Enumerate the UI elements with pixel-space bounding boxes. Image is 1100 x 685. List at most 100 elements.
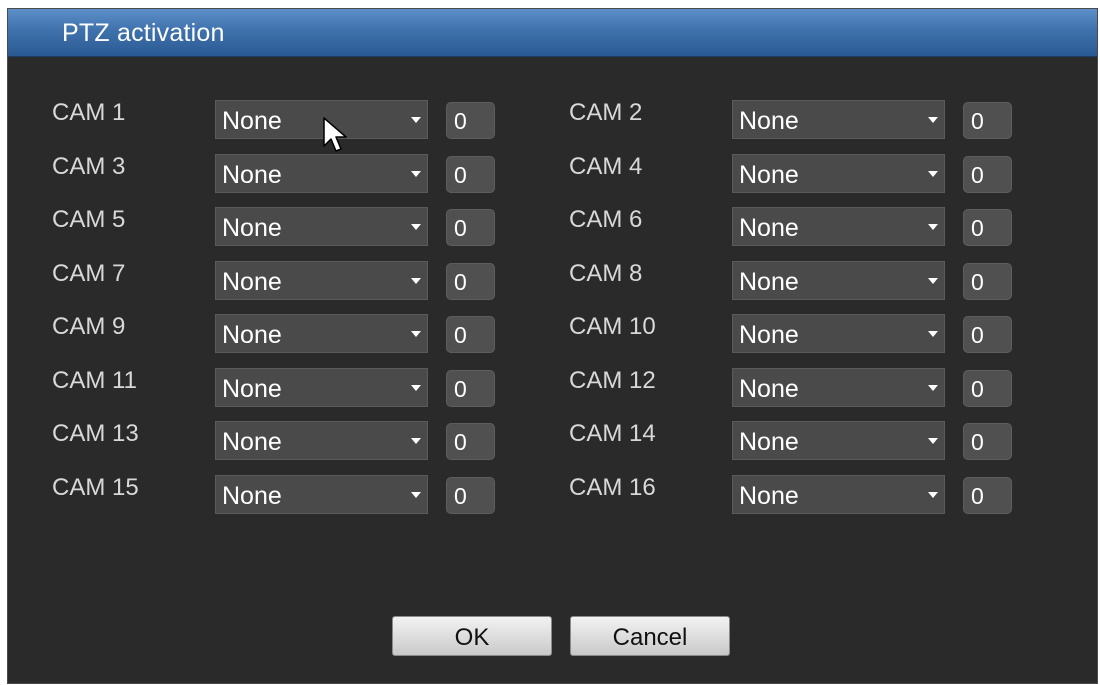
- select-value: None: [222, 107, 282, 135]
- ptz-preset-select[interactable]: None: [215, 154, 428, 193]
- chevron-down-icon: [411, 492, 421, 498]
- ptz-preset-select[interactable]: None: [215, 368, 428, 407]
- cancel-button-label: Cancel: [612, 624, 688, 651]
- camera-label: CAM 7: [52, 260, 126, 287]
- preset-number-value: 0: [971, 483, 984, 509]
- camera-label: CAM 12: [569, 367, 656, 394]
- preset-number-field[interactable]: 0: [963, 102, 1012, 139]
- camera-label: CAM 4: [569, 153, 643, 180]
- camera-label: CAM 13: [52, 420, 139, 447]
- ptz-preset-select[interactable]: None: [732, 154, 945, 193]
- chevron-down-icon: [928, 117, 938, 123]
- preset-number-field[interactable]: 0: [446, 156, 495, 193]
- chevron-down-icon: [928, 492, 938, 498]
- chevron-down-icon: [928, 385, 938, 391]
- select-value: None: [222, 482, 282, 510]
- ptz-preset-select[interactable]: None: [732, 314, 945, 353]
- select-value: None: [739, 482, 799, 510]
- select-value: None: [739, 428, 799, 456]
- ptz-preset-select[interactable]: None: [215, 261, 428, 300]
- preset-number-field[interactable]: 0: [446, 477, 495, 514]
- camera-label: CAM 6: [569, 206, 643, 233]
- camera-label: CAM 14: [569, 420, 656, 447]
- select-value: None: [222, 214, 282, 242]
- chevron-down-icon: [928, 224, 938, 230]
- camera-row: CAM 4 None 0: [569, 153, 1019, 193]
- camera-row: CAM 5 None 0: [52, 206, 502, 246]
- chevron-down-icon: [411, 438, 421, 444]
- preset-number-field[interactable]: 0: [446, 423, 495, 460]
- chevron-down-icon: [411, 278, 421, 284]
- camera-row: CAM 14 None 0: [569, 420, 1019, 460]
- ok-button-label: OK: [454, 624, 490, 651]
- preset-number-field[interactable]: 0: [963, 370, 1012, 407]
- chevron-down-icon: [928, 171, 938, 177]
- preset-number-value: 0: [971, 429, 984, 455]
- cancel-button[interactable]: Cancel: [570, 616, 730, 656]
- preset-number-field[interactable]: 0: [963, 477, 1012, 514]
- ptz-preset-select[interactable]: None: [732, 368, 945, 407]
- select-value: None: [739, 268, 799, 296]
- preset-number-value: 0: [971, 322, 984, 348]
- ptz-preset-select[interactable]: None: [732, 421, 945, 460]
- ptz-preset-select[interactable]: None: [215, 475, 428, 514]
- camera-row: CAM 6 None 0: [569, 206, 1019, 246]
- ptz-activation-dialog: PTZ activation CAM 1 None 0 CAM 2 None 0 CAM 3…: [7, 8, 1098, 684]
- ptz-preset-select[interactable]: None: [732, 261, 945, 300]
- preset-number-value: 0: [971, 376, 984, 402]
- camera-label: CAM 10: [569, 313, 656, 340]
- camera-row: CAM 7 None 0: [52, 260, 502, 300]
- camera-row: CAM 3 None 0: [52, 153, 502, 193]
- camera-row: CAM 11 None 0: [52, 367, 502, 407]
- chevron-down-icon: [411, 331, 421, 337]
- mouse-pointer-icon: [323, 117, 347, 152]
- select-value: None: [222, 428, 282, 456]
- camera-row: CAM 12 None 0: [569, 367, 1019, 407]
- preset-number-value: 0: [971, 215, 984, 241]
- preset-number-value: 0: [454, 376, 467, 402]
- chevron-down-icon: [411, 117, 421, 123]
- ptz-preset-select[interactable]: None: [215, 207, 428, 246]
- camera-row: CAM 10 None 0: [569, 313, 1019, 353]
- camera-label: CAM 2: [569, 99, 643, 126]
- preset-number-field[interactable]: 0: [446, 102, 495, 139]
- preset-number-field[interactable]: 0: [963, 316, 1012, 353]
- camera-row: CAM 13 None 0: [52, 420, 502, 460]
- ptz-preset-select[interactable]: None: [215, 421, 428, 460]
- ptz-preset-select[interactable]: None: [215, 314, 428, 353]
- preset-number-field[interactable]: 0: [963, 156, 1012, 193]
- preset-number-field[interactable]: 0: [963, 263, 1012, 300]
- select-value: None: [739, 161, 799, 189]
- dialog-titlebar: PTZ activation: [8, 9, 1097, 57]
- preset-number-field[interactable]: 0: [963, 209, 1012, 246]
- preset-number-field[interactable]: 0: [446, 263, 495, 300]
- camera-label: CAM 16: [569, 474, 656, 501]
- ok-button[interactable]: OK: [392, 616, 552, 656]
- dialog-title: PTZ activation: [62, 19, 225, 47]
- ptz-preset-select[interactable]: None: [732, 475, 945, 514]
- select-value: None: [739, 214, 799, 242]
- preset-number-field[interactable]: 0: [963, 423, 1012, 460]
- preset-number-value: 0: [454, 269, 467, 295]
- preset-number-field[interactable]: 0: [446, 209, 495, 246]
- select-value: None: [739, 375, 799, 403]
- select-value: None: [222, 375, 282, 403]
- camera-row: CAM 2 None 0: [569, 99, 1019, 139]
- select-value: None: [739, 321, 799, 349]
- preset-number-field[interactable]: 0: [446, 370, 495, 407]
- camera-label: CAM 5: [52, 206, 126, 233]
- preset-number-field[interactable]: 0: [446, 316, 495, 353]
- ptz-preset-select[interactable]: None: [732, 207, 945, 246]
- camera-label: CAM 1: [52, 99, 126, 126]
- select-value: None: [222, 321, 282, 349]
- select-value: None: [739, 107, 799, 135]
- ptz-preset-select[interactable]: None: [732, 100, 945, 139]
- chevron-down-icon: [411, 224, 421, 230]
- camera-row: CAM 8 None 0: [569, 260, 1019, 300]
- chevron-down-icon: [411, 171, 421, 177]
- select-value: None: [222, 161, 282, 189]
- preset-number-value: 0: [454, 162, 467, 188]
- preset-number-value: 0: [971, 108, 984, 134]
- camera-row: CAM 1 None 0: [52, 99, 502, 139]
- chevron-down-icon: [928, 331, 938, 337]
